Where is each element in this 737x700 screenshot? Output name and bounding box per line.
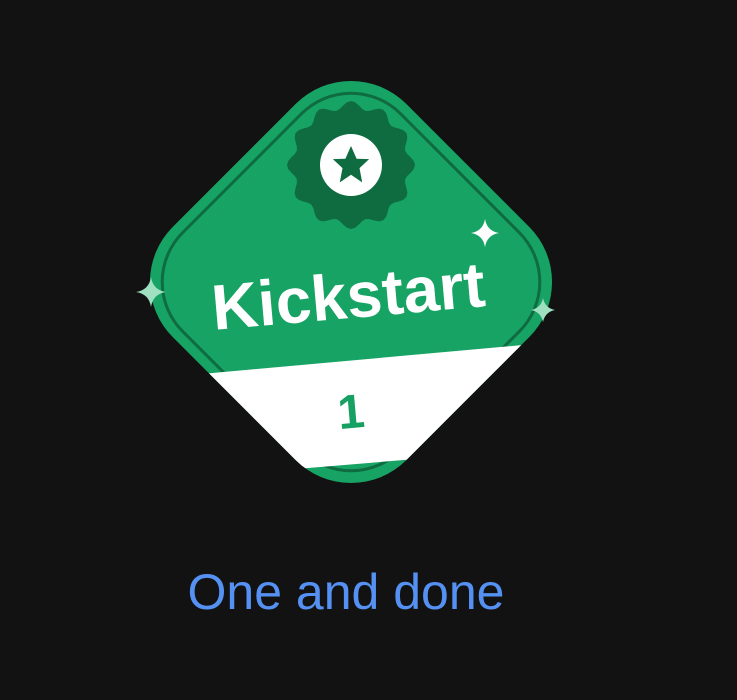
badge-graphic: Kickstart 1	[117, 80, 585, 487]
achievement-caption: One and done	[187, 564, 505, 620]
achievement-screen: Kickstart 1 One and done	[0, 0, 737, 700]
achievement-badge[interactable]: Kickstart 1	[0, 0, 737, 560]
badge-level: 1	[335, 385, 366, 440]
